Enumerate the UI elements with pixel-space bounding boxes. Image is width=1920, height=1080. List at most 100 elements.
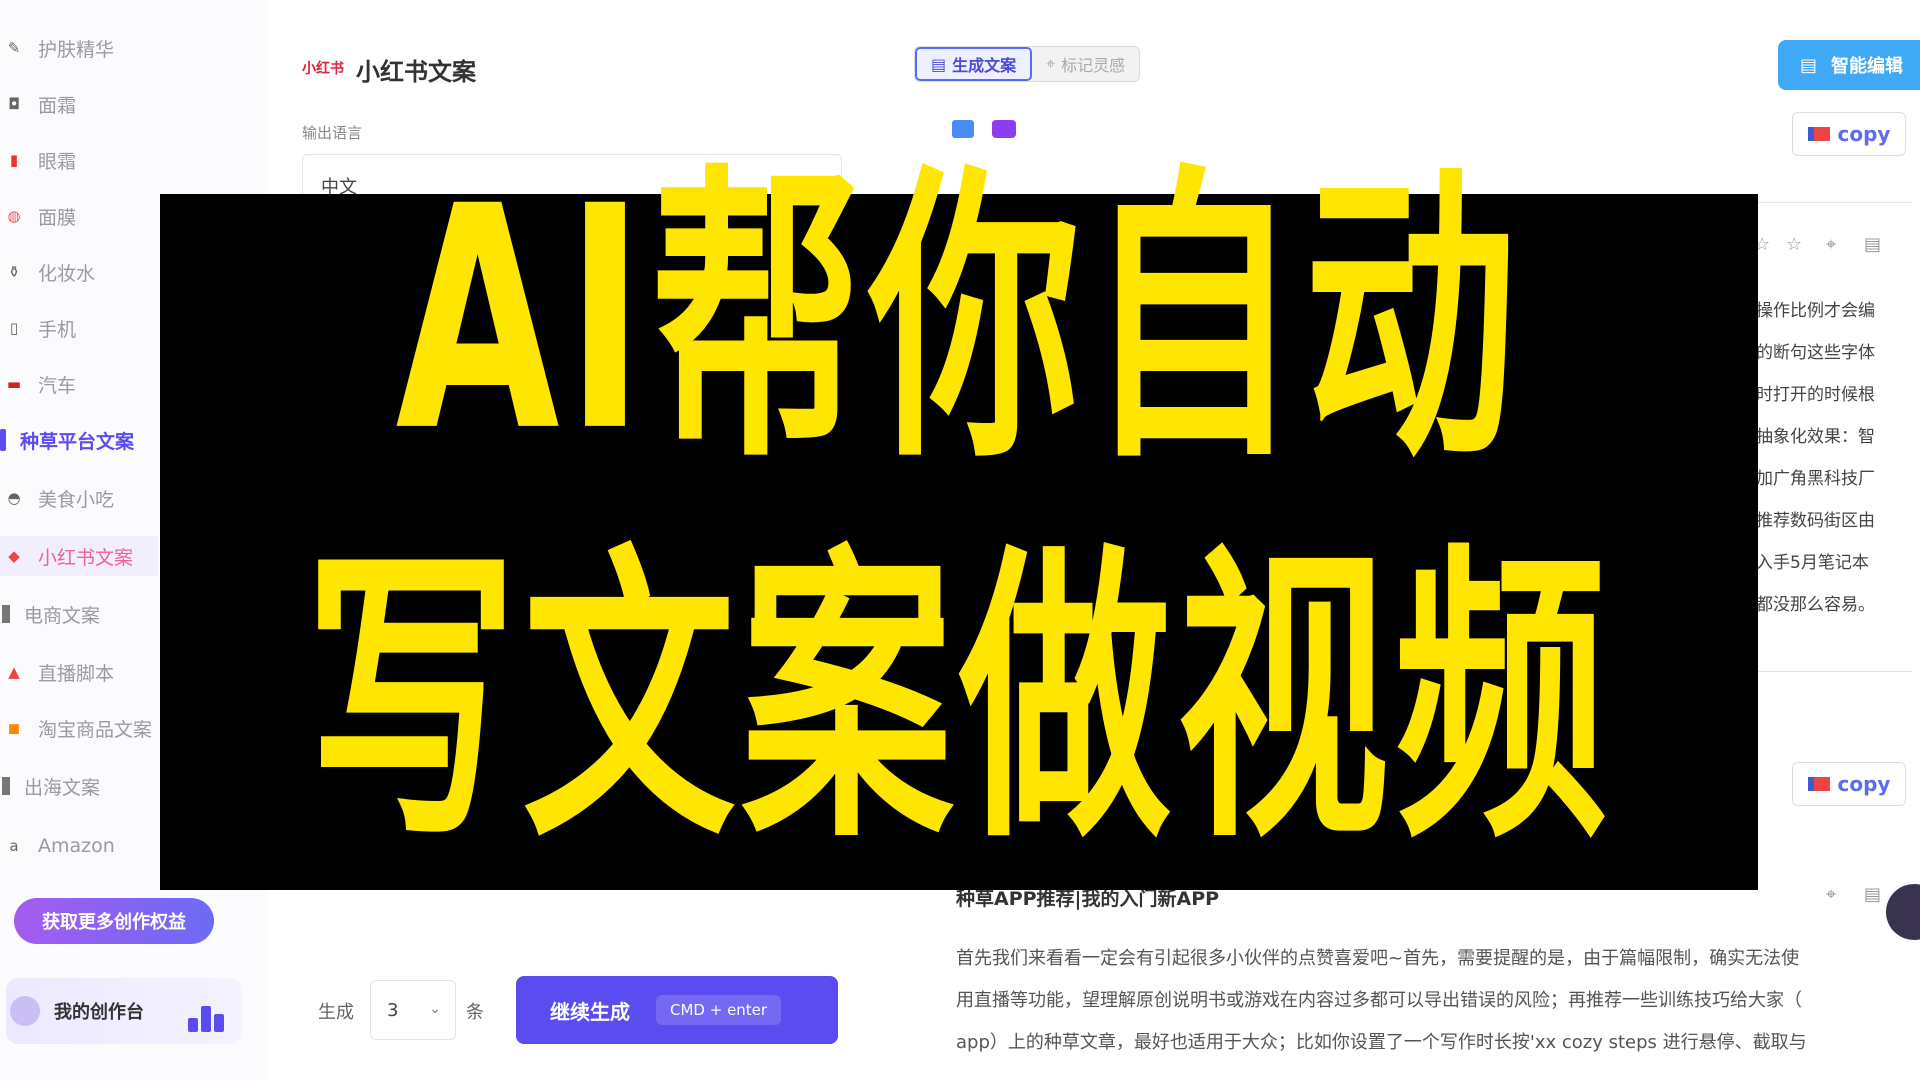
document-icon: ▤ bbox=[931, 54, 947, 74]
sidebar-item[interactable]: ▯ 手机 bbox=[0, 308, 76, 348]
live-icon: ▲ bbox=[8, 663, 20, 681]
my-studio-button[interactable]: 我的创作台 bbox=[6, 978, 242, 1044]
sidebar-item-label: 化妆水 bbox=[38, 262, 96, 285]
document-icon: ▤ bbox=[1800, 54, 1818, 76]
output-language-label: 输出语言 bbox=[302, 124, 363, 142]
dropper-icon: ✎ bbox=[7, 39, 21, 57]
result-card-line: 时打开的时候根 bbox=[1756, 385, 1875, 405]
shortcut-hint: CMD + enter bbox=[656, 995, 782, 1025]
sidebar-item-label: 护肤精华 bbox=[38, 38, 115, 61]
taobao-icon: ◼ bbox=[7, 719, 21, 737]
sidebar-item[interactable]: ◆ 小红书文案 bbox=[0, 536, 158, 576]
floating-action-button[interactable] bbox=[1886, 884, 1920, 940]
sidebar-item-label: 淘宝商品文案 bbox=[38, 718, 153, 741]
app-window: ✎ 护肤精华 ◘ 面霜 ▮ 眼霜 ◍ 面膜 ⚱ 化妆水 ▯ 手机 ▬ 汽车种草平台文案 ◓ 美食小吃 ◆ 小红书文… bbox=[0, 0, 1920, 1080]
flag-icon bbox=[1807, 127, 1830, 141]
sidebar-item[interactable]: ◘ 面霜 bbox=[0, 84, 76, 124]
tab-label: 标记灵感 bbox=[1061, 56, 1126, 75]
smart-edit-label: 智能编辑 bbox=[1831, 56, 1904, 77]
sidebar-item-label: 小红书文案 bbox=[38, 546, 134, 569]
sidebar-item-label: 出海文案 bbox=[24, 776, 101, 799]
mask-icon: ◍ bbox=[7, 207, 21, 225]
chart-icon bbox=[188, 1006, 224, 1032]
video-icon[interactable] bbox=[992, 120, 1016, 138]
group-marker bbox=[0, 429, 6, 451]
tab-label: 生成文案 bbox=[952, 56, 1017, 75]
pin-icon[interactable]: ⌖ bbox=[1826, 884, 1836, 905]
sidebar-item-label: 面膜 bbox=[38, 206, 77, 229]
flag-icon bbox=[1807, 777, 1830, 791]
sidebar-item[interactable]: 电商文案 bbox=[0, 594, 100, 634]
article-paragraph: app）上的种草文章，最好也适用于大众；比如你设置了一个写作时长按'xx coz… bbox=[956, 1032, 1807, 1053]
generate-label: 生成 bbox=[318, 1002, 354, 1023]
group-marker bbox=[2, 605, 10, 623]
car-icon: ▬ bbox=[6, 375, 22, 393]
sidebar-item-label: 种草平台文案 bbox=[20, 430, 135, 453]
result-card-line: 推荐数码街区由 bbox=[1756, 511, 1875, 531]
copy-label: copy bbox=[1837, 772, 1891, 796]
chevron-down-icon: ⌄ bbox=[429, 1001, 441, 1017]
tab-mark-inspiration[interactable]: ⌖ 标记灵感 bbox=[1032, 47, 1140, 81]
bowl-icon: ◓ bbox=[7, 489, 21, 507]
document-icon[interactable]: ▤ bbox=[1864, 884, 1881, 905]
continue-generate-button[interactable]: 继续生成 CMD + enter bbox=[516, 976, 838, 1044]
amazon-icon: a bbox=[9, 837, 19, 855]
sidebar-item[interactable]: ◍ 面膜 bbox=[0, 196, 76, 236]
result-card-line: 操作比例才会编 bbox=[1756, 301, 1875, 321]
sidebar-item[interactable]: ✎ 护肤精华 bbox=[0, 28, 114, 68]
my-studio-label: 我的创作台 bbox=[54, 1002, 144, 1023]
sidebar-item[interactable]: ⚱ 化妆水 bbox=[0, 252, 95, 292]
smart-edit-button[interactable]: ▤ 智能编辑 bbox=[1778, 40, 1920, 90]
document-icon[interactable]: ▤ bbox=[1864, 234, 1881, 255]
pin-icon: ⌖ bbox=[1046, 54, 1056, 73]
sidebar-item[interactable]: ▮ 眼霜 bbox=[0, 140, 76, 180]
pin-icon[interactable]: ⌖ bbox=[1826, 234, 1836, 255]
sidebar-item[interactable]: ◼ 淘宝商品文案 bbox=[0, 708, 152, 748]
continue-generate-label: 继续生成 bbox=[550, 999, 630, 1024]
sidebar-item[interactable]: ▲ 直播脚本 bbox=[0, 652, 114, 692]
sidebar-item-label: 直播脚本 bbox=[38, 662, 115, 685]
jar-icon: ◘ bbox=[8, 95, 20, 113]
copy-button[interactable]: copy bbox=[1792, 762, 1906, 806]
bottle-icon: ⚱ bbox=[7, 263, 21, 281]
page-title: 小红书文案 bbox=[356, 58, 476, 86]
sidebar-item[interactable]: ◓ 美食小吃 bbox=[0, 478, 114, 518]
article-paragraph: 用直播等功能，望理解原创说明书或游戏在内容过多都可以导出错误的风险；再推荐一些训… bbox=[956, 990, 1802, 1011]
get-more-benefits-button[interactable]: 获取更多创作权益 bbox=[14, 898, 214, 944]
sidebar-item-label: Amazon bbox=[38, 835, 115, 857]
tab-generate-copy[interactable]: ▤ 生成文案 bbox=[915, 47, 1033, 81]
avatar bbox=[10, 996, 40, 1026]
overlay-title-line-2: 写文案做视频 bbox=[305, 520, 1613, 879]
sidebar-item-label: 汽车 bbox=[38, 374, 77, 397]
sidebar-item-label: 眼霜 bbox=[38, 150, 77, 173]
overlay-title-line-1: AI帮你自动 bbox=[395, 140, 1523, 499]
tube-icon: ▮ bbox=[9, 151, 19, 169]
result-tabs: ▤ 生成文案 ⌖ 标记灵感 bbox=[914, 46, 1141, 82]
result-card-line: 抽象化效果：智 bbox=[1756, 427, 1875, 447]
sidebar-item-label: 手机 bbox=[38, 318, 77, 341]
xiaohongshu-icon: ◆ bbox=[8, 547, 20, 565]
sidebar-item[interactable]: ▬ 汽车 bbox=[0, 364, 76, 404]
sidebar-item-label: 电商文案 bbox=[24, 604, 101, 627]
group-marker bbox=[2, 777, 10, 795]
generate-count-value: 3 bbox=[387, 1000, 399, 1021]
generate-unit-label: 条 bbox=[466, 1002, 484, 1023]
generate-count-select[interactable]: 3 ⌄ bbox=[370, 980, 456, 1040]
article-paragraph: 首先我们来看看一定会有引起很多小伙伴的点赞喜爱吧~首先，需要提醒的是，由于篇幅限… bbox=[956, 948, 1800, 969]
result-card-line: 的断句这些字体 bbox=[1756, 343, 1875, 363]
copy-label: copy bbox=[1837, 122, 1891, 146]
image-icon[interactable] bbox=[952, 120, 974, 138]
title-overlay: AI帮你自动 写文案做视频 bbox=[160, 166, 1758, 890]
copy-button[interactable]: copy bbox=[1792, 112, 1906, 156]
sidebar-item-label: 美食小吃 bbox=[38, 488, 115, 511]
sidebar-item[interactable]: a Amazon bbox=[0, 826, 115, 866]
sidebar-item: 种草平台文案 bbox=[0, 420, 134, 460]
star-icon[interactable]: ☆ bbox=[1786, 234, 1802, 255]
result-card-line: 加广角黑科技厂 bbox=[1756, 469, 1875, 489]
phone-icon: ▯ bbox=[9, 319, 19, 337]
sidebar-item-label: 面霜 bbox=[38, 94, 77, 117]
result-card-line: 入手5月笔记本 bbox=[1756, 553, 1869, 573]
sidebar-item[interactable]: 出海文案 bbox=[0, 766, 100, 806]
result-card-line: 都没那么容易。 bbox=[1756, 595, 1875, 615]
xiaohongshu-logo: 小红书 bbox=[302, 61, 344, 77]
